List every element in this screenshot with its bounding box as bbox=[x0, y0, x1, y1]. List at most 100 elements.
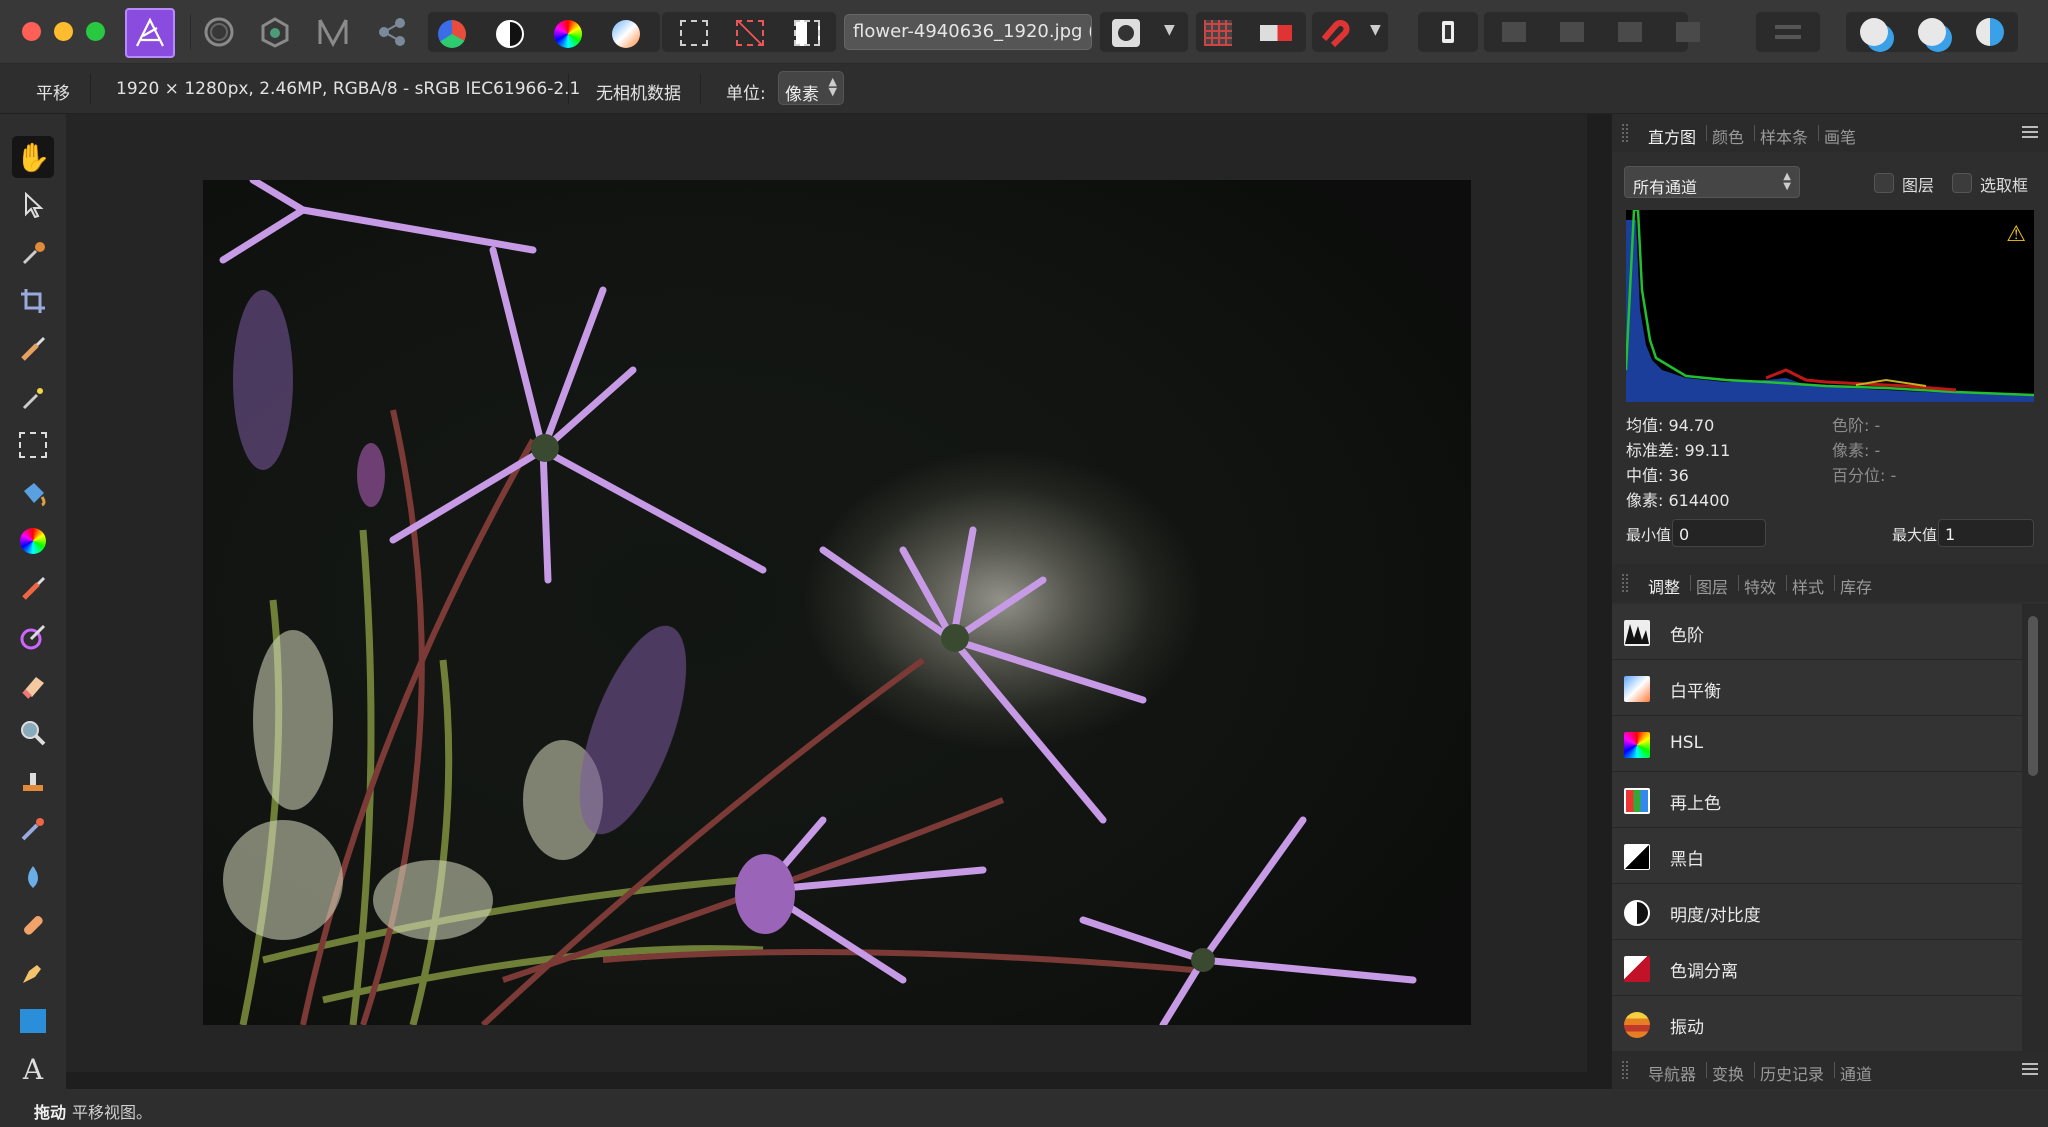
channel-select[interactable]: 所有通道 ▲ ▼ bbox=[1624, 166, 1800, 198]
blur-tool-button[interactable] bbox=[12, 856, 54, 898]
tab-adjustments[interactable]: 调整 bbox=[1648, 574, 1680, 598]
develop-persona-icon[interactable] bbox=[256, 12, 294, 52]
document-image[interactable] bbox=[203, 180, 1471, 1025]
liquify-persona-icon[interactable] bbox=[200, 12, 238, 52]
move-forward-icon[interactable] bbox=[1618, 22, 1642, 42]
minimize-window-button[interactable] bbox=[54, 22, 73, 41]
move-back-icon[interactable] bbox=[1502, 22, 1526, 42]
add-shape-icon[interactable] bbox=[1860, 18, 1888, 46]
min-input[interactable]: 0 bbox=[1672, 519, 1766, 547]
std-stat: 标准差: 99.11 bbox=[1626, 441, 1731, 460]
inpainting-tool-button[interactable] bbox=[12, 808, 54, 850]
document-tab[interactable]: flower-4940636_1920.jpg (79 bbox=[844, 14, 1092, 50]
select-all-icon[interactable] bbox=[680, 20, 708, 46]
gradient-tool-button[interactable] bbox=[12, 520, 54, 562]
color-picker-tool-button[interactable] bbox=[12, 232, 54, 274]
tab-navigator[interactable]: 导航器 bbox=[1648, 1061, 1696, 1085]
grid-icon[interactable] bbox=[1204, 20, 1232, 46]
auto-white-balance-icon[interactable] bbox=[612, 20, 640, 48]
invert-selection-icon[interactable] bbox=[794, 20, 820, 46]
healing-brush-tool-button[interactable] bbox=[12, 904, 54, 946]
layer-checkbox[interactable] bbox=[1874, 173, 1894, 193]
chevron-down-icon[interactable]: ▼ bbox=[1164, 22, 1175, 38]
color-replacement-tool-button[interactable] bbox=[12, 616, 54, 658]
pixel-count-stat: 像素: - bbox=[1832, 441, 1881, 460]
auto-contrast-icon[interactable] bbox=[496, 20, 524, 48]
tab-brushes[interactable]: 画笔 bbox=[1824, 124, 1856, 148]
paint-brush-tool-button[interactable] bbox=[12, 568, 54, 610]
adjustment-label: 黑白 bbox=[1670, 850, 1704, 870]
adjustment-levels[interactable]: 色阶 bbox=[1612, 604, 2022, 660]
tools-panel: ✋ A bbox=[0, 114, 66, 1089]
intersect-shape-icon[interactable] bbox=[1976, 18, 2004, 46]
align-button[interactable] bbox=[1756, 12, 1820, 52]
panel-menu-icon[interactable] bbox=[2022, 1063, 2038, 1075]
black-white-icon bbox=[1624, 844, 1650, 870]
tab-layers[interactable]: 图层 bbox=[1696, 574, 1728, 598]
adjustment-white-balance[interactable]: 白平衡 bbox=[1612, 660, 2022, 716]
move-backward-icon[interactable] bbox=[1560, 22, 1584, 42]
tab-history[interactable]: 历史记录 bbox=[1760, 1061, 1824, 1085]
subtract-shape-icon[interactable] bbox=[1918, 18, 1946, 46]
percentile-stat: 百分位: - bbox=[1832, 466, 1897, 485]
auto-levels-icon[interactable] bbox=[438, 20, 466, 48]
tab-swatches[interactable]: 样本条 bbox=[1760, 124, 1808, 148]
navigator-tabs: 导航器 变换 历史记录 通道 bbox=[1612, 1051, 2048, 1089]
tab-transform[interactable]: 变换 bbox=[1712, 1061, 1744, 1085]
erase-tool-button[interactable] bbox=[12, 664, 54, 706]
tab-channels[interactable]: 通道 bbox=[1840, 1061, 1872, 1085]
tab-color[interactable]: 颜色 bbox=[1712, 124, 1744, 148]
tab-effects[interactable]: 特效 bbox=[1744, 574, 1776, 598]
auto-colors-icon[interactable] bbox=[554, 20, 582, 48]
canvas-area[interactable] bbox=[66, 114, 1587, 1072]
max-input[interactable]: 1 bbox=[1938, 519, 2034, 547]
adjustment-brightness-contrast[interactable]: 明度/对比度 bbox=[1612, 884, 2022, 940]
adjustment-hsl[interactable]: HSL bbox=[1612, 716, 2022, 772]
panel-menu-icon[interactable] bbox=[2022, 126, 2038, 138]
pen-tool-button[interactable] bbox=[12, 952, 54, 994]
adjustment-black-white[interactable]: 黑白 bbox=[1612, 828, 2022, 884]
photo-persona-icon[interactable] bbox=[125, 8, 175, 58]
min-label: 最小值 bbox=[1626, 526, 1672, 544]
close-window-button[interactable] bbox=[22, 22, 41, 41]
panel-grip-icon[interactable] bbox=[1622, 124, 1628, 142]
move-front-icon[interactable] bbox=[1676, 22, 1700, 42]
adjustment-posterize[interactable]: 色调分离 bbox=[1612, 940, 2022, 996]
quick-mask-icon[interactable] bbox=[1112, 19, 1140, 47]
adjustment-list: 色阶 白平衡 HSL 再上色 黑白 明度/对比度 色调分离 振动 bbox=[1612, 604, 2048, 1064]
adjustment-vibrance[interactable]: 振动 bbox=[1612, 996, 2022, 1052]
mean-stat: 均值: 94.70 bbox=[1626, 416, 1715, 435]
panel-grip-icon[interactable] bbox=[1622, 574, 1628, 592]
magnet-icon[interactable] bbox=[1318, 17, 1350, 53]
rectangle-tool-button[interactable] bbox=[12, 1000, 54, 1042]
split-view-icon[interactable] bbox=[1260, 25, 1292, 41]
clone-tool-button[interactable] bbox=[12, 760, 54, 802]
move-tool-button[interactable] bbox=[12, 184, 54, 226]
marquee-tool-button[interactable] bbox=[12, 424, 54, 466]
unit-select[interactable]: 像素 ▲ ▼ bbox=[778, 71, 844, 105]
text-tool-button[interactable]: A bbox=[12, 1048, 54, 1090]
adjustment-recolor[interactable]: 再上色 bbox=[1612, 772, 2022, 828]
title-toolbar: flower-4940636_1920.jpg (79 ▼ ▼ bbox=[0, 0, 2048, 64]
pointer-icon bbox=[25, 192, 44, 218]
share-icon[interactable] bbox=[372, 12, 412, 52]
zoom-window-button[interactable] bbox=[86, 22, 105, 41]
view-tool-button[interactable]: ✋ bbox=[12, 136, 54, 178]
erase-background-button[interactable] bbox=[1418, 12, 1478, 52]
zoom-tool-button[interactable] bbox=[12, 712, 54, 754]
flood-fill-tool-button[interactable] bbox=[12, 472, 54, 514]
selection-checkbox[interactable] bbox=[1952, 173, 1972, 193]
flood-select-tool-button[interactable] bbox=[12, 376, 54, 418]
tone-mapping-persona-icon[interactable] bbox=[314, 12, 352, 52]
selection-brush-tool-button[interactable] bbox=[12, 328, 54, 370]
deselect-icon[interactable] bbox=[736, 20, 764, 46]
adjustment-label: 色阶 bbox=[1670, 626, 1704, 646]
eyedropper-icon bbox=[22, 242, 45, 265]
crop-tool-button[interactable] bbox=[12, 280, 54, 322]
tab-histogram[interactable]: 直方图 bbox=[1648, 124, 1696, 148]
tab-styles[interactable]: 样式 bbox=[1792, 574, 1824, 598]
snapping-chevron-icon[interactable]: ▼ bbox=[1370, 22, 1381, 38]
panel-grip-icon[interactable] bbox=[1622, 1061, 1628, 1079]
adjustment-scrollbar[interactable] bbox=[2028, 616, 2038, 776]
tab-stock[interactable]: 库存 bbox=[1840, 574, 1872, 598]
